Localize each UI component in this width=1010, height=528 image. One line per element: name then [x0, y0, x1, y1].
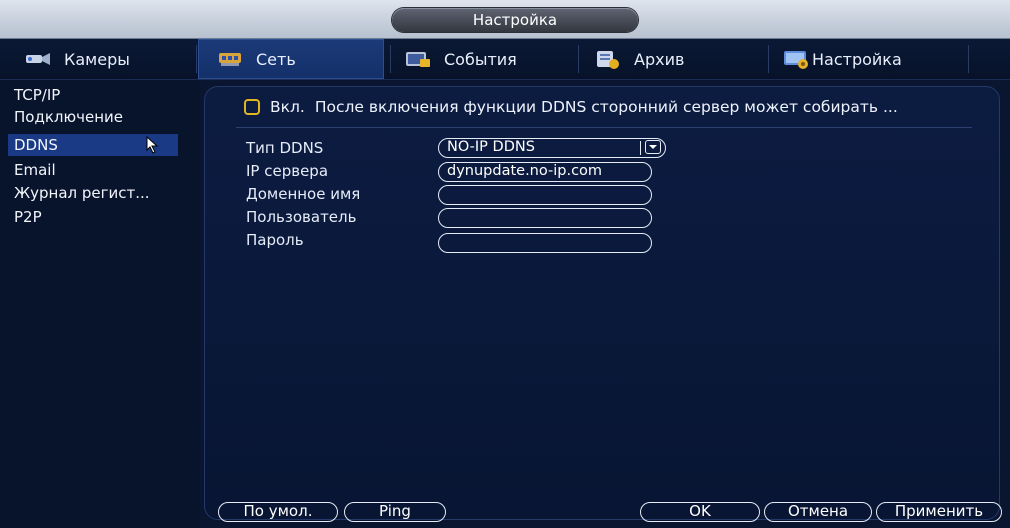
sidebar-item-log[interactable]: Журнал регист...	[8, 182, 178, 204]
tab-cameras[interactable]: Камеры	[12, 39, 200, 79]
tab-separator	[390, 45, 391, 73]
default-button[interactable]: По умол.	[218, 502, 338, 522]
domain-name-label: Доменное имя	[246, 185, 361, 203]
sidebar-item-email[interactable]: Email	[8, 159, 178, 181]
sidebar-item-connection[interactable]: Подключение	[8, 106, 178, 128]
ddns-type-value: NO-IP DDNS	[447, 139, 535, 155]
settings-icon	[782, 49, 810, 69]
tab-separator	[768, 45, 769, 73]
tab-events-label: События	[444, 49, 517, 69]
ping-button[interactable]: Ping	[344, 502, 446, 522]
ddns-enable-checkbox[interactable]	[244, 99, 260, 115]
tab-settings[interactable]: Настройка	[782, 39, 962, 79]
select-divider	[640, 141, 641, 155]
divider	[236, 127, 972, 128]
password-label: Пароль	[246, 231, 304, 249]
username-label: Пользователь	[246, 208, 357, 226]
ddns-type-select[interactable]: NO-IP DDNS	[438, 138, 666, 158]
tab-separator	[968, 45, 969, 73]
ddns-type-label: Тип DDNS	[246, 139, 324, 157]
username-field[interactable]	[438, 208, 652, 228]
tab-separator	[578, 45, 579, 73]
ok-button[interactable]: OK	[640, 502, 760, 522]
server-ip-label: IP сервера	[246, 162, 329, 180]
sidebar-item-p2p[interactable]: P2P	[8, 206, 178, 228]
settings-window: Настройка Камеры Сеть События Архив Наст…	[0, 0, 1010, 528]
tab-network-label: Сеть	[256, 49, 296, 69]
network-icon	[216, 49, 244, 69]
ddns-enable-label: Вкл.	[270, 98, 305, 116]
tab-archive-label: Архив	[634, 49, 685, 69]
sidebar-item-ddns[interactable]: DDNS	[8, 134, 178, 156]
password-field[interactable]	[438, 233, 652, 253]
domain-name-field[interactable]	[438, 185, 652, 205]
tab-cameras-label: Камеры	[64, 49, 130, 69]
ddns-enable-row: Вкл. После включения функции DDNS сторон…	[244, 95, 898, 119]
tab-events[interactable]: События	[404, 39, 574, 79]
ddns-enable-note: После включения функции DDNS сторонний с…	[314, 98, 898, 116]
main-tabs: Камеры Сеть События Архив Настройка	[0, 39, 1010, 80]
sidebar-item-tcpip[interactable]: TCP/IP	[8, 84, 178, 106]
tab-separator	[196, 45, 197, 73]
sidebar: TCP/IP Подключение DDNS Email Журнал рег…	[0, 80, 200, 528]
dropdown-arrow-icon[interactable]	[645, 140, 661, 154]
cancel-button[interactable]: Отмена	[764, 502, 872, 522]
tab-settings-label: Настройка	[812, 49, 902, 69]
mouse-cursor-icon	[146, 135, 160, 154]
apply-button[interactable]: Применить	[876, 502, 1002, 522]
events-icon	[404, 49, 432, 69]
server-ip-field[interactable]: dynupdate.no-ip.com	[438, 162, 652, 182]
window-title: Настройка	[392, 8, 638, 32]
tab-archive[interactable]: Архив	[594, 39, 764, 79]
archive-icon	[594, 49, 622, 69]
tab-network[interactable]: Сеть	[198, 39, 384, 79]
camera-icon	[24, 49, 52, 69]
title-bar: Настройка	[0, 0, 1010, 39]
